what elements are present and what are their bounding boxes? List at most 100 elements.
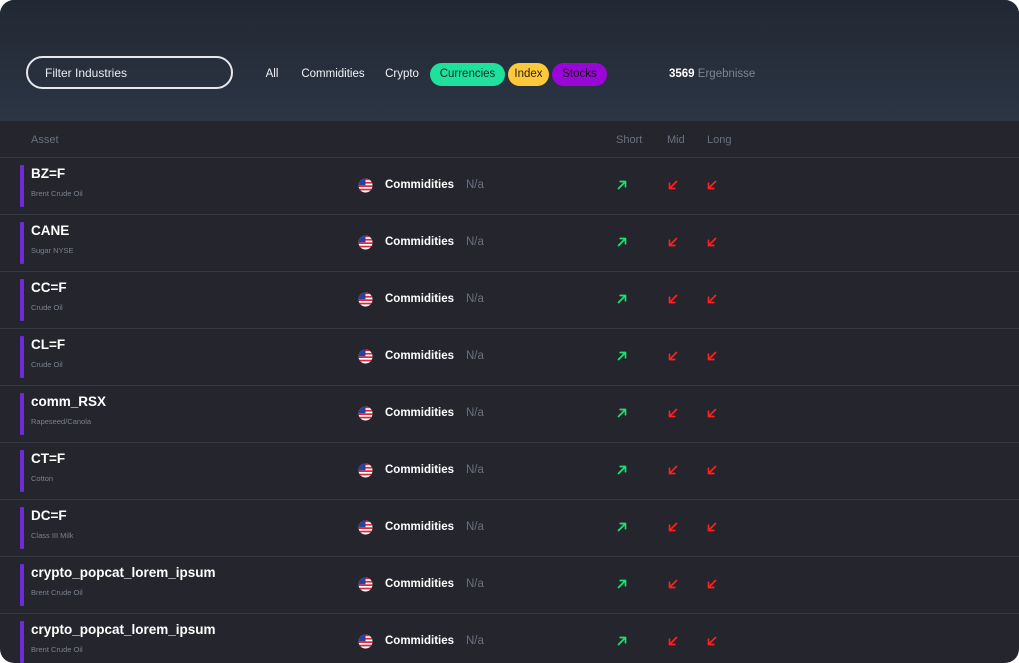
asset-type: N/a — [466, 407, 484, 419]
asset-category: Commidities — [385, 350, 455, 362]
asset-description: Rapeseed/Canola — [31, 417, 92, 426]
chip-currencies[interactable]: Currencies — [430, 63, 505, 86]
short-arrow-up-right-icon — [616, 236, 628, 248]
mid-arrow-down-left-icon — [667, 236, 679, 248]
us-flag-icon — [358, 178, 373, 193]
column-header-asset[interactable]: Asset — [31, 134, 59, 146]
chip-crypto[interactable]: Crypto — [380, 63, 424, 86]
us-flag-icon — [358, 406, 373, 421]
asset-description: Cotton — [31, 474, 54, 483]
asset-category: Commidities — [385, 179, 455, 191]
asset-symbol: BZ=F — [31, 166, 66, 181]
chip-commidities[interactable]: Commidities — [295, 63, 371, 86]
chip-all[interactable]: All — [262, 63, 282, 86]
asset-symbol: crypto_popcat_lorem_ipsum — [31, 565, 216, 580]
us-flag-icon — [358, 349, 373, 364]
short-arrow-up-right-icon — [616, 464, 628, 476]
long-arrow-down-left-icon — [706, 236, 718, 248]
asset-row[interactable]: CT=F Cotton Commidities N/a — [0, 443, 1019, 500]
mid-arrow-down-left-icon — [667, 635, 679, 647]
asset-category: Commidities — [385, 521, 455, 533]
column-header-short[interactable]: Short — [616, 134, 642, 146]
asset-description: Brent Crude Oil — [31, 189, 83, 198]
mid-arrow-down-left-icon — [667, 578, 679, 590]
asset-type: N/a — [466, 521, 484, 533]
asset-category: Commidities — [385, 464, 455, 476]
row-accent-bar — [20, 165, 24, 207]
asset-symbol: crypto_popcat_lorem_ipsum — [31, 622, 216, 637]
asset-description: Class III Milk — [31, 531, 74, 540]
asset-type: N/a — [466, 464, 484, 476]
asset-category: Commidities — [385, 578, 455, 590]
row-accent-bar — [20, 564, 24, 606]
row-accent-bar — [20, 621, 24, 663]
us-flag-icon — [358, 463, 373, 478]
results-count: 3569 Ergebnisse — [669, 68, 755, 80]
results-label: Ergebnisse — [697, 68, 756, 80]
asset-type: N/a — [466, 578, 484, 590]
mid-arrow-down-left-icon — [667, 293, 679, 305]
row-accent-bar — [20, 222, 24, 264]
asset-category: Commidities — [385, 407, 455, 419]
mid-arrow-down-left-icon — [667, 350, 679, 362]
asset-type: N/a — [466, 179, 484, 191]
long-arrow-down-left-icon — [706, 350, 718, 362]
row-accent-bar — [20, 336, 24, 378]
asset-row[interactable]: CL=F Crude Oil Commidities N/a — [0, 329, 1019, 386]
long-arrow-down-left-icon — [706, 464, 718, 476]
asset-category: Commidities — [385, 236, 455, 248]
long-arrow-down-left-icon — [706, 635, 718, 647]
us-flag-icon — [358, 235, 373, 250]
long-arrow-down-left-icon — [706, 179, 718, 191]
asset-symbol: CT=F — [31, 451, 66, 466]
assets-panel: All Commidities Crypto Currencies Index … — [0, 0, 1019, 663]
asset-symbol: CC=F — [31, 280, 67, 295]
long-arrow-down-left-icon — [706, 521, 718, 533]
asset-symbol: DC=F — [31, 508, 67, 523]
filter-bar: All Commidities Crypto Currencies Index … — [0, 0, 1019, 121]
asset-type: N/a — [466, 293, 484, 305]
asset-description: Sugar NYSE — [31, 246, 74, 255]
row-accent-bar — [20, 393, 24, 435]
asset-symbol: CL=F — [31, 337, 66, 352]
row-accent-bar — [20, 450, 24, 492]
asset-row[interactable]: DC=F Class III Milk Commidities N/a — [0, 500, 1019, 557]
asset-description: Brent Crude Oil — [31, 588, 83, 597]
row-accent-bar — [20, 507, 24, 549]
column-header-long[interactable]: Long — [707, 134, 731, 146]
chip-index[interactable]: Index — [508, 63, 549, 86]
asset-row[interactable]: crypto_popcat_lorem_ipsum Brent Crude Oil… — [0, 557, 1019, 614]
mid-arrow-down-left-icon — [667, 179, 679, 191]
asset-symbol: comm_RSX — [31, 394, 107, 409]
us-flag-icon — [358, 577, 373, 592]
short-arrow-up-right-icon — [616, 179, 628, 191]
asset-row[interactable]: CC=F Crude Oil Commidities N/a — [0, 272, 1019, 329]
short-arrow-up-right-icon — [616, 407, 628, 419]
asset-row[interactable]: BZ=F Brent Crude Oil Commidities N/a — [0, 158, 1019, 215]
short-arrow-up-right-icon — [616, 578, 628, 590]
us-flag-icon — [358, 634, 373, 649]
short-arrow-up-right-icon — [616, 350, 628, 362]
asset-type: N/a — [466, 635, 484, 647]
asset-row[interactable]: CANE Sugar NYSE Commidities N/a — [0, 215, 1019, 272]
asset-description: Crude Oil — [31, 360, 63, 369]
row-accent-bar — [20, 279, 24, 321]
us-flag-icon — [358, 520, 373, 535]
mid-arrow-down-left-icon — [667, 407, 679, 419]
long-arrow-down-left-icon — [706, 293, 718, 305]
filter-industries-input[interactable] — [26, 56, 233, 89]
asset-row[interactable]: crypto_popcat_lorem_ipsum Brent Crude Oil… — [0, 614, 1019, 663]
asset-row[interactable]: comm_RSX Rapeseed/Canola Commidities N/a — [0, 386, 1019, 443]
results-number: 3569 — [669, 68, 695, 80]
column-header-mid[interactable]: Mid — [667, 134, 685, 146]
mid-arrow-down-left-icon — [667, 464, 679, 476]
chip-stocks[interactable]: Stocks — [552, 63, 607, 86]
short-arrow-up-right-icon — [616, 293, 628, 305]
us-flag-icon — [358, 292, 373, 307]
asset-type: N/a — [466, 350, 484, 362]
asset-description: Brent Crude Oil — [31, 645, 83, 654]
asset-type: N/a — [466, 236, 484, 248]
long-arrow-down-left-icon — [706, 578, 718, 590]
asset-description: Crude Oil — [31, 303, 63, 312]
long-arrow-down-left-icon — [706, 407, 718, 419]
